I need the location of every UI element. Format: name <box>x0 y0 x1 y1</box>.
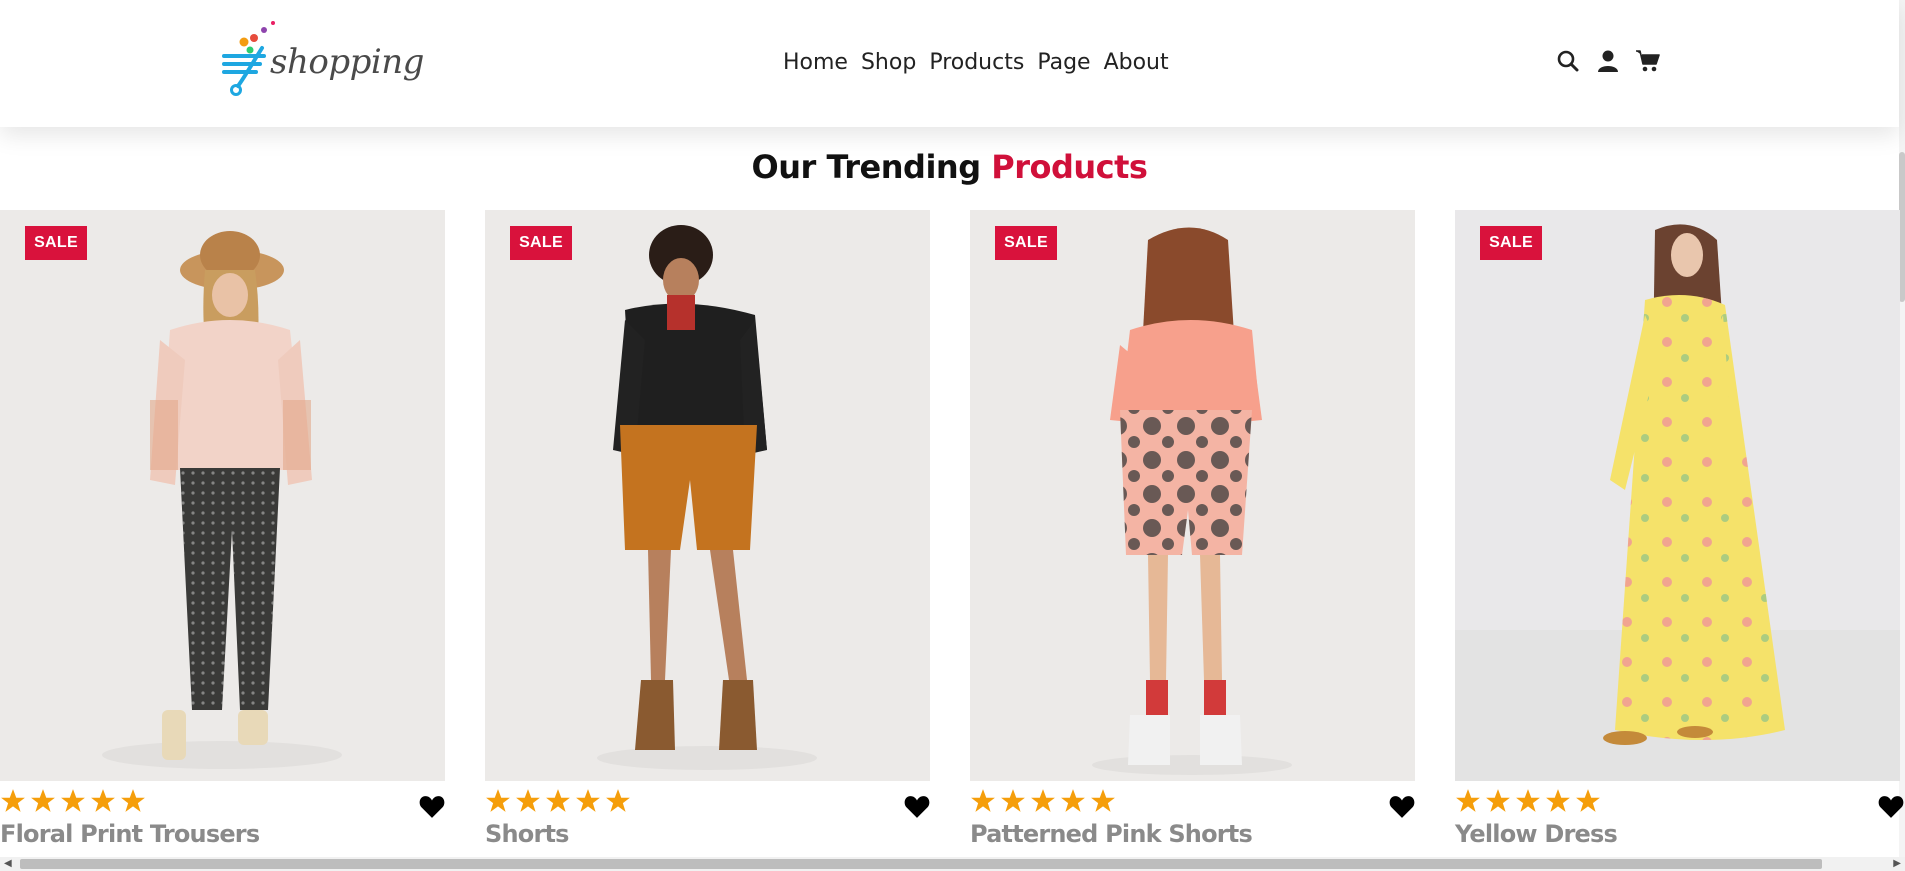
star-icon <box>486 789 510 812</box>
nav-products[interactable]: Products <box>929 48 1024 78</box>
star-icon <box>1091 789 1115 812</box>
star-icon <box>121 789 145 812</box>
nav-home[interactable]: Home <box>783 48 848 78</box>
product-image[interactable]: SALE <box>0 210 445 781</box>
star-icon <box>1486 789 1510 812</box>
star-icon <box>61 789 85 812</box>
heart-icon[interactable] <box>1389 795 1415 819</box>
star-icon <box>1001 789 1025 812</box>
main-nav: Home Shop Products Page About <box>783 48 1182 78</box>
star-icon <box>1546 789 1570 812</box>
section-title-accent: Products <box>991 148 1148 186</box>
star-rating <box>1455 788 1601 814</box>
product-card[interactable]: SALE Patterned Pink Shorts <box>970 210 1415 860</box>
section-title: Our Trending Products <box>0 148 1899 186</box>
product-card[interactable]: SALE Floral Print Trousers <box>0 210 445 860</box>
product-image[interactable]: SALE <box>1455 210 1900 781</box>
nav-page[interactable]: Page <box>1037 48 1090 78</box>
heart-icon[interactable] <box>419 795 445 819</box>
scroll-left-arrow-icon[interactable]: ◀ <box>4 858 12 869</box>
sale-badge: SALE <box>1480 226 1542 260</box>
star-icon <box>1456 789 1480 812</box>
user-icon[interactable] <box>1596 48 1620 74</box>
cart-icon[interactable] <box>1636 48 1660 74</box>
star-icon <box>546 789 570 812</box>
site-header: shopping Home Shop Products Page About <box>0 0 1899 127</box>
star-rating <box>970 788 1116 814</box>
star-icon <box>1061 789 1085 812</box>
sale-badge: SALE <box>25 226 87 260</box>
nav-shop[interactable]: Shop <box>861 48 916 78</box>
star-icon <box>606 789 630 812</box>
product-image[interactable]: SALE <box>970 210 1415 781</box>
product-name[interactable]: Yellow Dress <box>1455 820 1618 848</box>
star-icon <box>971 789 995 812</box>
star-icon <box>576 789 600 812</box>
star-icon <box>91 789 115 812</box>
product-name[interactable]: Patterned Pink Shorts <box>970 820 1253 848</box>
horizontal-scrollbar[interactable]: ◀ ▶ <box>0 857 1905 871</box>
header-actions <box>1556 48 1660 74</box>
logo-text: shopping <box>270 42 424 82</box>
shopping-logo[interactable]: shopping <box>222 20 424 96</box>
star-icon <box>1031 789 1055 812</box>
star-icon <box>1 789 25 812</box>
product-name[interactable]: Shorts <box>485 820 569 848</box>
scroll-right-arrow-icon[interactable]: ▶ <box>1893 858 1901 869</box>
product-name[interactable]: Floral Print Trousers <box>0 820 260 848</box>
sale-badge: SALE <box>995 226 1057 260</box>
sale-badge: SALE <box>510 226 572 260</box>
star-icon <box>31 789 55 812</box>
product-grid: SALE Floral Print Trousers SALE Shorts S… <box>0 210 1905 860</box>
star-rating <box>0 788 146 814</box>
heart-icon[interactable] <box>1878 795 1904 819</box>
product-card[interactable]: SALE Shorts <box>485 210 930 860</box>
search-icon[interactable] <box>1556 48 1580 74</box>
star-icon <box>1516 789 1540 812</box>
horizontal-scrollbar-thumb[interactable] <box>20 859 1822 869</box>
product-card[interactable]: SALE Yellow Dress <box>1455 210 1904 860</box>
section-title-main: Our Trending <box>751 148 982 186</box>
star-icon <box>516 789 540 812</box>
product-image[interactable]: SALE <box>485 210 930 781</box>
star-rating <box>485 788 631 814</box>
star-icon <box>1576 789 1600 812</box>
heart-icon[interactable] <box>904 795 930 819</box>
nav-about[interactable]: About <box>1104 48 1169 78</box>
